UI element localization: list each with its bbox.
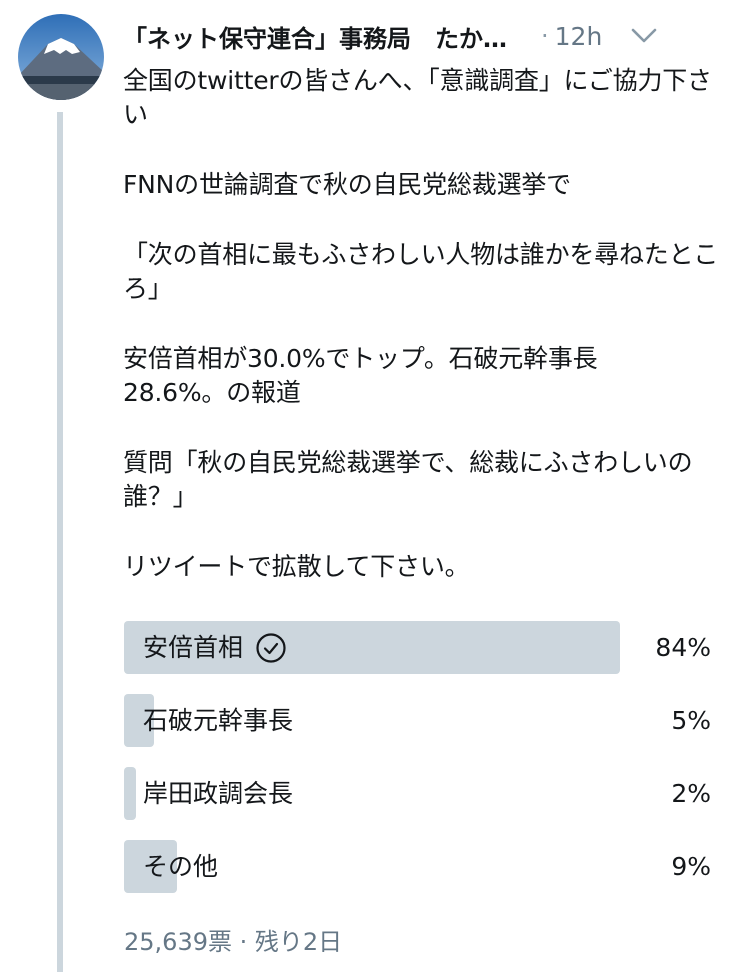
poll-option-label: 石破元幹事長 bbox=[143, 706, 294, 735]
mount-fuji-avatar-image bbox=[18, 14, 104, 100]
display-name[interactable]: 「ネット保守連合」事務局 たか… bbox=[123, 19, 507, 54]
poll-option-percent: 84% bbox=[655, 633, 711, 662]
poll-option-percent: 2% bbox=[671, 779, 711, 808]
poll-option: その他 9% bbox=[124, 840, 714, 893]
poll-option: 石破元幹事長 5% bbox=[124, 694, 714, 747]
poll-option: 岸田政調会長 2% bbox=[124, 767, 714, 820]
poll-result-bar bbox=[124, 767, 136, 820]
tweet-text: 全国のtwitterの皆さんへ、「意識調査」にご協力下さい FNNの世論調査で秋… bbox=[123, 64, 733, 620]
timestamp[interactable]: 12h bbox=[555, 22, 603, 51]
tweet-paragraph: 全国のtwitterの皆さんへ、「意識調査」にご協力下さい bbox=[123, 66, 712, 129]
poll-option: 安倍首相 84% bbox=[124, 621, 714, 674]
poll-option-label: その他 bbox=[143, 852, 219, 881]
poll-option-percent: 5% bbox=[671, 706, 711, 735]
tweet-paragraph: 質問「秋の自民党総裁選挙で、総裁にふさわしいの誰？」 bbox=[123, 448, 693, 511]
thread-line bbox=[57, 112, 63, 972]
poll-option-label: 岸田政調会長 bbox=[143, 779, 294, 808]
poll-footer: 25,639票 · 残り2日 bbox=[124, 928, 343, 956]
poll-option-label: 安倍首相 bbox=[143, 633, 244, 662]
tweet-paragraph: リツイートで拡散して下さい。 bbox=[123, 552, 470, 581]
tweet-paragraph: 「次の首相に最もふさわしい人物は誰かを尋ねたところ」 bbox=[123, 240, 719, 303]
tweet-header: 「ネット保守連合」事務局 たか… · 12h bbox=[123, 14, 735, 58]
poll-option-percent: 9% bbox=[671, 852, 711, 881]
tweet-paragraph: FNNの世論調査で秋の自民党総裁選挙で bbox=[123, 170, 571, 199]
tweet-paragraph: 安倍首相が30.0%でトップ。石破元幹事長 28.6%。の報道 bbox=[123, 344, 598, 407]
avatar[interactable] bbox=[18, 14, 104, 100]
check-circle-icon bbox=[255, 632, 287, 664]
poll: 安倍首相 84% 石破元幹事長 5% 岸田政調会長 2% その他 9% bbox=[124, 621, 714, 913]
header-separator: · bbox=[541, 22, 549, 50]
chevron-down-icon[interactable] bbox=[628, 20, 660, 52]
